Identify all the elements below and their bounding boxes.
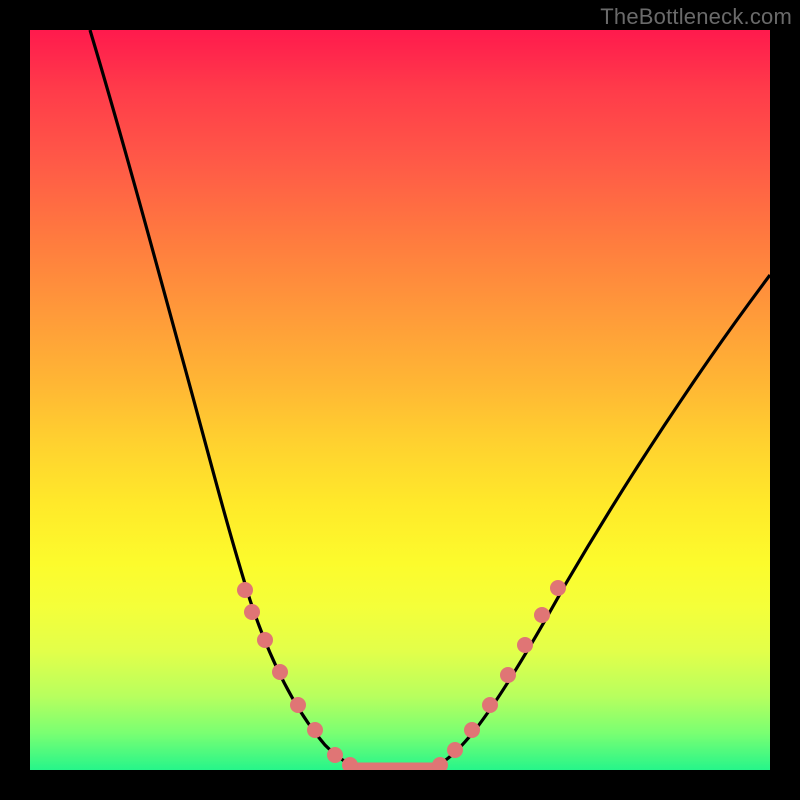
watermark-text: TheBottleneck.com (600, 4, 792, 30)
chart-frame: TheBottleneck.com (0, 0, 800, 800)
chart-plot-area (30, 30, 770, 770)
left-dots (237, 582, 358, 770)
left-curve (90, 30, 362, 768)
right-dots (432, 580, 566, 770)
chart-svg (30, 30, 770, 770)
right-curve (428, 275, 770, 768)
